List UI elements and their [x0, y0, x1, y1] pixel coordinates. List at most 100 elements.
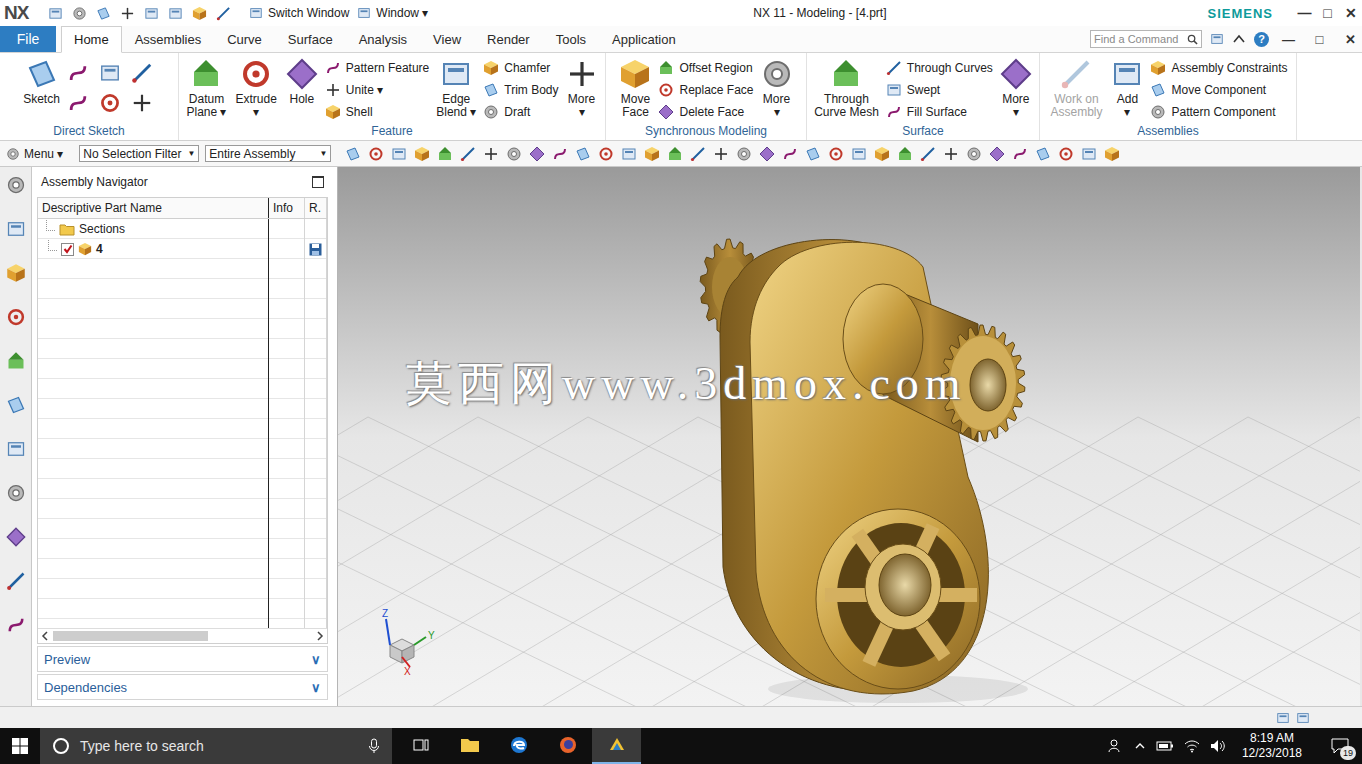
ribbon-small-button[interactable]: Fill Surface: [886, 102, 993, 121]
taskbar-app[interactable]: [494, 728, 543, 764]
ribbon-button[interactable]: ThroughCurve Mesh: [812, 58, 881, 119]
ribbon-small-button[interactable]: Replace Face: [658, 80, 753, 99]
selection-tool-icon[interactable]: [598, 146, 614, 162]
ribbon-tab[interactable]: Tools: [543, 26, 599, 52]
ribbon-button-icon[interactable]: [1060, 58, 1092, 90]
folder-icon[interactable]: [59, 223, 75, 236]
quick-access-icon[interactable]: [120, 6, 135, 21]
sketch-tool-icon[interactable]: [131, 92, 153, 114]
resource-tab-icon[interactable]: [6, 483, 26, 503]
table-cell[interactable]: [269, 219, 304, 239]
maximize-button[interactable]: [312, 176, 324, 188]
small-button-icon[interactable]: [325, 60, 341, 76]
column-header[interactable]: Info: [269, 198, 305, 218]
selection-tool-icon[interactable]: [345, 146, 361, 162]
selection-tool-icon[interactable]: [391, 146, 407, 162]
selection-tool-icon[interactable]: [483, 146, 499, 162]
switch-window-icon[interactable]: [249, 6, 263, 20]
column-header[interactable]: R.: [305, 198, 327, 218]
quick-access-icon[interactable]: [96, 6, 111, 21]
selection-tool-icon[interactable]: [414, 146, 430, 162]
small-button-icon[interactable]: [1150, 104, 1166, 120]
selection-tool-icon[interactable]: [529, 146, 545, 162]
selection-tool-icon[interactable]: [1081, 146, 1097, 162]
ribbon-small-button[interactable]: Trim Body: [483, 80, 558, 99]
column-header[interactable]: Descriptive Part Name: [38, 198, 269, 218]
windows-icon[interactable]: [12, 738, 28, 754]
ribbon-button-icon[interactable]: [761, 58, 793, 90]
filter-dropdown[interactable]: Entire Assembly▼: [205, 145, 331, 162]
table-cell[interactable]: [305, 239, 326, 259]
cortana-icon[interactable]: [52, 737, 70, 755]
command-search[interactable]: Find a Command: [1090, 30, 1202, 48]
selection-tool-icon[interactable]: [920, 146, 936, 162]
ribbon-button[interactable]: Extrude▾: [234, 58, 279, 119]
window-control[interactable]: □: [1316, 5, 1339, 21]
selection-tool-icon[interactable]: [575, 146, 591, 162]
small-button-icon[interactable]: [886, 82, 902, 98]
people-icon[interactable]: [1108, 738, 1124, 754]
ribbon-button-icon[interactable]: [240, 58, 272, 90]
collapse-ribbon-icon[interactable]: [1232, 32, 1246, 46]
selection-tool-icon[interactable]: [437, 146, 453, 162]
wifi-icon[interactable]: [1184, 739, 1200, 753]
ribbon-tab[interactable]: Application: [599, 26, 689, 52]
scroll-thumb[interactable]: [53, 631, 208, 641]
selection-tool-icon[interactable]: [966, 146, 982, 162]
small-button-icon[interactable]: [1150, 82, 1166, 98]
status-icon[interactable]: [1276, 711, 1290, 725]
window-control[interactable]: ✕: [1339, 5, 1362, 21]
selection-tool-icon[interactable]: [368, 146, 384, 162]
ribbon-small-button[interactable]: Unite ▾: [325, 80, 429, 99]
ribbon-small-button[interactable]: Delete Face: [658, 102, 753, 121]
battery-icon[interactable]: [1156, 740, 1174, 752]
resource-tab-icon[interactable]: [6, 395, 26, 415]
resource-tab-icon[interactable]: [6, 439, 26, 459]
sketch-tool-icon[interactable]: [131, 62, 153, 84]
small-button-icon[interactable]: [1150, 60, 1166, 76]
selection-tool-icon[interactable]: [690, 146, 706, 162]
selection-tool-icon[interactable]: [897, 146, 913, 162]
taskbar-app[interactable]: [543, 728, 592, 764]
small-button-icon[interactable]: [886, 60, 902, 76]
title-button[interactable]: Window ▾: [353, 6, 432, 20]
selection-tool-icon[interactable]: [460, 146, 476, 162]
window-icon[interactable]: [357, 6, 371, 20]
selection-tool-icon[interactable]: [759, 146, 775, 162]
ribbon-button[interactable]: More▾: [759, 58, 795, 119]
small-button-icon[interactable]: [325, 104, 341, 120]
menu-button[interactable]: Menu ▾: [6, 147, 63, 161]
ribbon-tab[interactable]: Analysis: [346, 26, 420, 52]
volume-icon[interactable]: [1210, 739, 1226, 753]
taskbar-app[interactable]: [396, 728, 445, 764]
selection-tool-icon[interactable]: [1035, 146, 1051, 162]
taskbar-app[interactable]: [592, 728, 641, 764]
selection-tool-icon[interactable]: [552, 146, 568, 162]
window-control[interactable]: —: [1277, 32, 1300, 47]
ribbon-tab[interactable]: Assemblies: [122, 26, 214, 52]
ribbon-tab[interactable]: View: [420, 26, 474, 52]
selection-tool-icon[interactable]: [943, 146, 959, 162]
resource-tab-icon[interactable]: [6, 219, 26, 239]
scroll-left-icon[interactable]: [41, 631, 49, 641]
quick-access-icon[interactable]: [144, 6, 159, 21]
selection-tool-icon[interactable]: [874, 146, 890, 162]
selection-tool-icon[interactable]: [736, 146, 752, 162]
collapsible-panel[interactable]: Preview∨: [37, 646, 328, 672]
menu-icon[interactable]: [6, 147, 20, 161]
ribbon-small-button[interactable]: Offset Region: [658, 58, 753, 77]
ribbon-small-button[interactable]: Pattern Component: [1150, 102, 1287, 121]
clock[interactable]: 8:19 AM12/23/2018: [1236, 731, 1308, 761]
ribbon-button-icon[interactable]: [190, 58, 222, 90]
scroll-right-icon[interactable]: [316, 631, 324, 641]
table-cell[interactable]: 4: [38, 239, 268, 259]
small-button-icon[interactable]: [658, 82, 674, 98]
selection-tool-icon[interactable]: [851, 146, 867, 162]
collapsible-panel[interactable]: Dependencies∨: [37, 674, 328, 700]
selection-tool-icon[interactable]: [782, 146, 798, 162]
ribbon-button-icon[interactable]: [830, 58, 862, 90]
ribbon-small-button[interactable]: Through Curves: [886, 58, 993, 77]
ribbon-button[interactable]: Hole: [284, 58, 320, 106]
ribbon-button-icon[interactable]: [440, 58, 472, 90]
selection-tool-icon[interactable]: [1058, 146, 1074, 162]
